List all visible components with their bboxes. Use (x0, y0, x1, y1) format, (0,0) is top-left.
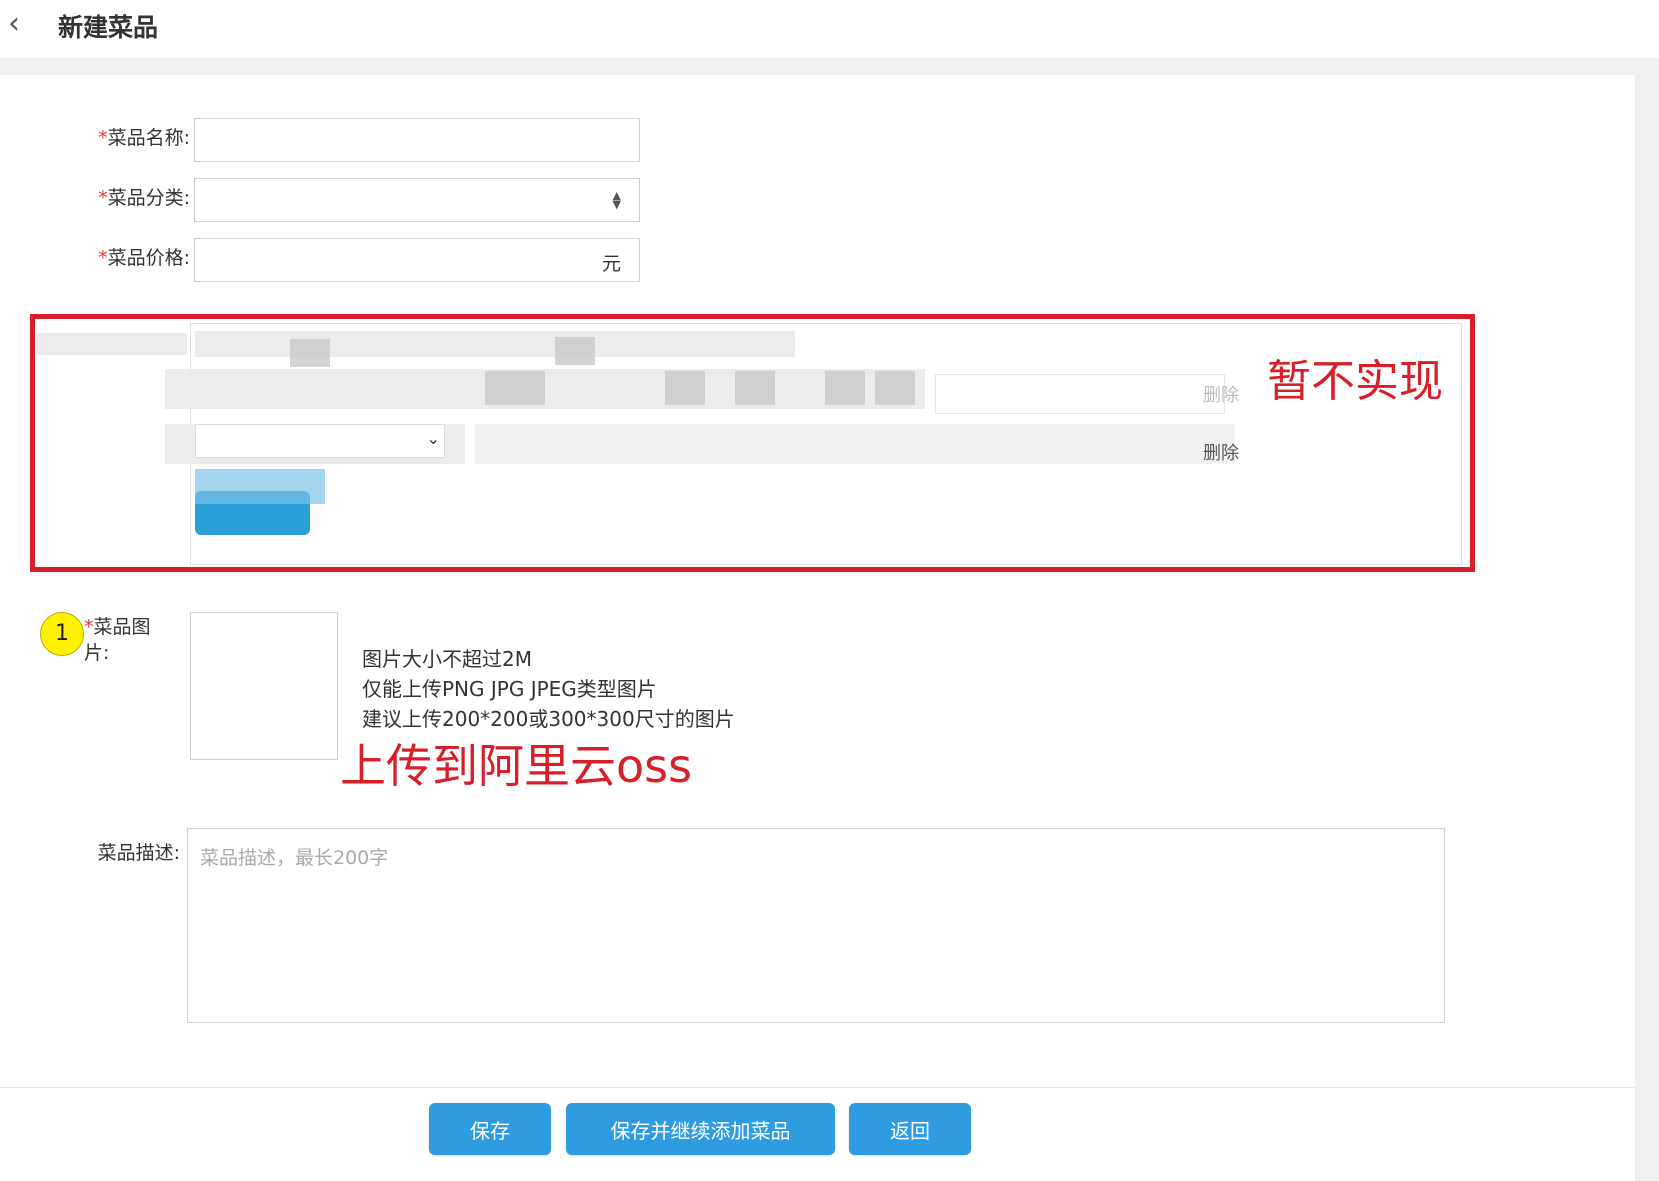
footer-divider (0, 1087, 1635, 1088)
chevron-down-icon: ⌄ (426, 429, 440, 448)
name-label: *菜品名称: (98, 127, 190, 149)
category-select[interactable]: ▲ ▼ (194, 178, 640, 222)
price-label: *菜品价格: (98, 247, 190, 269)
category-label: *菜品分类: (98, 187, 190, 209)
dish-name-input[interactable] (195, 119, 639, 161)
image-upload-tips: 图片大小不超过2M 仅能上传PNG JPG JPEG类型图片 建议上传200*2… (362, 644, 735, 734)
save-button[interactable]: 保存 (429, 1103, 551, 1155)
flavor-name-select[interactable]: ⌄ (195, 424, 445, 458)
right-gutter (1635, 58, 1659, 1181)
save-continue-button[interactable]: 保存并继续添加菜品 (566, 1103, 835, 1155)
blurred-flavor-tip (195, 331, 795, 357)
not-implemented-note: 暂不实现 (1267, 356, 1443, 407)
image-label: *菜品图 片: (84, 616, 151, 664)
description-field[interactable] (187, 828, 1445, 1023)
page-header: ‹ 新建菜品 (0, 0, 1659, 58)
price-input[interactable] (195, 239, 639, 281)
price-unit: 元 (601, 253, 621, 275)
step-marker: 1 (40, 612, 84, 656)
flavor-section-highlight: 删除 ⌄ 删除 暂不实现 (30, 314, 1475, 572)
image-tip-types: 仅能上传PNG JPG JPEG类型图片 (362, 677, 657, 701)
page-title: 新建菜品 (58, 13, 159, 42)
price-field[interactable]: 元 (194, 238, 640, 282)
flavor-value-field-1[interactable] (935, 374, 1225, 414)
header-divider (0, 58, 1659, 75)
delete-flavor-1[interactable]: 删除 (1203, 381, 1239, 407)
blurred-flavor-label (37, 333, 187, 355)
sort-arrows-icon: ▲ ▼ (612, 189, 621, 211)
description-label: 菜品描述: (97, 842, 180, 864)
blurred-flavor-row-1 (165, 369, 925, 409)
image-upload-box[interactable] (190, 612, 338, 760)
delete-flavor-2[interactable]: 删除 (1203, 439, 1239, 465)
back-button[interactable]: 返回 (849, 1103, 971, 1155)
chevron-left-icon[interactable]: ‹ (8, 6, 20, 42)
description-textarea[interactable] (188, 829, 1444, 1022)
upload-oss-note: 上传到阿里云oss (340, 739, 693, 793)
blurred-flavor-row-2 (475, 424, 1235, 464)
image-tip-size: 图片大小不超过2M (362, 647, 532, 671)
dish-name-field[interactable] (194, 118, 640, 162)
